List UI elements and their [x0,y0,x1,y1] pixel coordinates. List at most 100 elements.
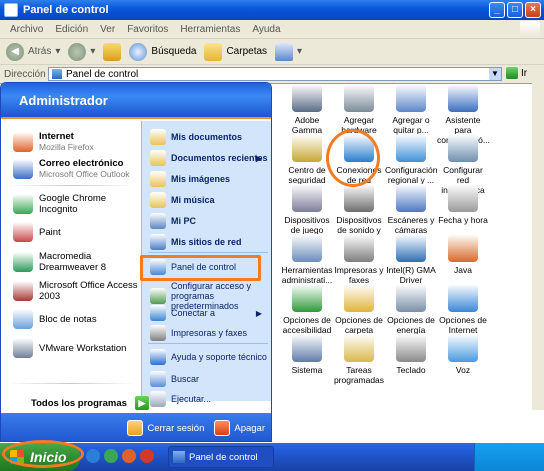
cp-item-label: Teclado [396,365,426,375]
start-item-label: Mi PC [171,216,197,226]
menu-archivo[interactable]: Archivo [4,24,49,35]
views-button[interactable]: ▾ [275,42,302,61]
cp-item-label: Opciones de energía [387,315,435,335]
window-titlebar[interactable]: Panel de control _ □ × [0,0,544,20]
cp-item-label: Opciones de carpeta [335,315,383,335]
pinned-subtitle: Mozilla Firefox [39,142,94,152]
address-label: Dirección [4,68,46,80]
start-help[interactable]: Ayuda y soporte técnico [150,349,268,365]
chrome-icon[interactable] [104,449,118,463]
recent-label: Microsoft Office Access 2003 [39,280,138,302]
recent-docs-icon [150,150,166,166]
up-folder-button[interactable] [103,42,122,61]
my-pictures-icon [150,171,166,187]
cp-item-keyboard[interactable]: Teclado [385,334,437,375]
start-run[interactable]: Ejecutar... [150,391,268,407]
firefox-icon[interactable] [122,449,136,463]
start-network-places[interactable]: Mis sitios de red [150,234,268,250]
start-recent-docs[interactable]: Documentos recientes ▶ [150,150,268,166]
recent-dreamweaver[interactable]: Macromedia Dreamweaver 8 [13,251,141,273]
cp-item-internet[interactable]: Opciones de Internet [437,284,489,335]
back-button[interactable]: ◀ Atrás ▾ [6,42,60,61]
pinned-firefox[interactable]: Internet Mozilla Firefox [13,131,94,152]
recent-chrome[interactable]: Google Chrome Incognito [13,193,141,215]
folders-button[interactable]: Carpetas [204,42,267,61]
menu-herramientas[interactable]: Herramientas [174,24,246,35]
cp-item-scanner[interactable]: Escáneres y cámaras [385,184,437,235]
start-my-pictures[interactable]: Mis imágenes [150,171,268,187]
cp-item-voice[interactable]: Voz [437,334,489,375]
cp-item-label: Opciones de accesibilidad [282,315,332,335]
recent-label: Google Chrome Incognito [39,193,107,215]
cp-item-printer[interactable]: Impresoras y faxes [333,234,385,285]
forward-button[interactable]: ▾ [68,42,95,61]
minimize-button[interactable]: _ [489,2,505,18]
cp-item-scheduled-tasks[interactable]: Tareas programadas [333,334,385,385]
recent-vmware[interactable]: VMware Workstation [13,338,141,358]
cp-item-label: Sistema [291,365,323,375]
cp-item-label: Voz [455,365,471,375]
recent-notepad[interactable]: Bloc de notas [13,309,141,329]
chrome-icon [13,194,33,214]
cp-item-power[interactable]: Opciones de energía [385,284,437,335]
menu-ayuda[interactable]: Ayuda [246,24,286,35]
cp-item-system[interactable]: Sistema [281,334,333,375]
recent-label: Paint [39,226,61,238]
forward-arrow-icon [68,42,87,61]
menu-edicin[interactable]: Edición [49,24,94,35]
address-dropdown[interactable]: ▼ [489,68,501,80]
recent-paint[interactable]: Paint [13,222,141,242]
printer-icon [344,234,374,262]
go-arrow-icon [506,67,518,79]
start-printer[interactable]: Impresoras y faxes [150,325,268,341]
menu-ver[interactable]: Ver [94,24,121,35]
cp-item-label: Intel(R) GMA Driver [386,265,436,285]
cp-item-accessibility[interactable]: Opciones de accesibilidad [281,284,333,335]
show-desktop-icon[interactable] [86,449,100,463]
views-icon [275,42,294,61]
cp-item-joystick[interactable]: Dispositivos de juego [281,184,333,235]
speaker-icon [344,184,374,212]
cp-item-folder-options[interactable]: Opciones de carpeta [333,284,385,335]
highlight-control-panel [140,255,261,281]
cp-item-cd-box[interactable]: Agregar o quitar p... [385,84,437,135]
separator [7,383,135,384]
go-button[interactable]: Ir [506,67,527,79]
menu-favoritos[interactable]: Favoritos [121,24,174,35]
cp-item-label: Centro de seguridad [288,165,326,185]
recent-access[interactable]: Microsoft Office Access 2003 [13,280,141,302]
highlight-start-button [2,440,84,468]
close-button[interactable]: × [525,2,541,18]
start-item-label: Mis sitios de red [171,237,242,247]
start-my-computer[interactable]: Mi PC [150,213,268,229]
cp-item-hardware[interactable]: Agregar hardware [333,84,385,135]
all-programs-button[interactable]: Todos los programas ▶ [31,396,149,410]
menu-bar: Archivo Edición Ver Favoritos Herramientas Ay… [0,20,544,39]
start-menu-footer: Cerrar sesión Apagar [1,413,271,441]
start-connect[interactable]: Conectar a ▶ [150,305,268,321]
opera-icon[interactable] [140,449,154,463]
shut-down-button[interactable]: Apagar [214,420,265,436]
cp-item-clock[interactable]: Fecha y hora [437,184,489,225]
run-icon [150,391,166,407]
taskbar-item-control-panel[interactable]: Panel de control [168,446,274,468]
address-input[interactable]: Panel de control ▼ [48,67,502,81]
cp-item-admin-tools[interactable]: Herramientas administrati... [281,234,333,285]
start-search[interactable]: Buscar [150,371,268,387]
pinned-subtitle: Microsoft Office Outlook [39,169,130,179]
cp-item-globe[interactable]: Configuración regional y ... [385,134,437,185]
pinned-outlook[interactable]: Correo electrónico Microsoft Office Outlo… [13,158,130,179]
log-off-button[interactable]: Cerrar sesión [127,420,204,436]
quick-launch [86,449,154,463]
start-my-documents[interactable]: Mis documentos [150,129,268,145]
folders-icon [204,42,223,61]
default-programs-icon [150,288,166,304]
maximize-button[interactable]: □ [507,2,523,18]
start-my-music[interactable]: Mi música [150,192,268,208]
cp-item-java[interactable]: Java [437,234,489,275]
access-icon [13,281,33,301]
cp-item-intel[interactable]: Intel(R) GMA Driver [385,234,437,285]
cp-item-label: Agregar o quitar p... [392,115,430,135]
cp-item-monitor[interactable]: Adobe Gamma [281,84,333,135]
search-button[interactable]: Búsqueda [129,42,196,61]
